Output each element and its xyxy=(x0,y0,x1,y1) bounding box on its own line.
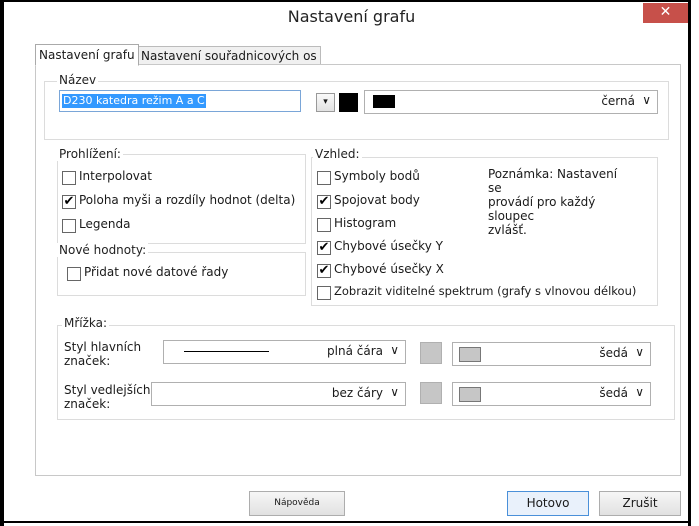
help-button[interactable]: Nápověda xyxy=(249,491,345,516)
ok-button[interactable]: Hotovo xyxy=(507,491,589,516)
legend-label: Legenda xyxy=(79,217,131,231)
point-symbols-label: Symboly bodů xyxy=(334,169,420,183)
minor-color-sample xyxy=(459,387,481,402)
note: Poznámka: Nastavení se provádí pro každý… xyxy=(488,167,628,237)
minor-color-label: šedá xyxy=(599,386,628,400)
major-color-sample xyxy=(459,347,481,362)
line-color-swatch xyxy=(373,95,395,108)
interpolate-label: Interpolovat xyxy=(79,169,152,183)
add-series-checkbox[interactable] xyxy=(67,267,81,281)
connect-points-checkbox[interactable]: ✔ xyxy=(317,195,331,209)
tab-axes-settings[interactable]: Nastavení souřadnicových os xyxy=(137,46,321,66)
frame-left xyxy=(0,0,4,526)
note-line: provádí pro každý sloupec xyxy=(488,195,596,223)
frame-bottom xyxy=(0,521,691,523)
major-color-swatch[interactable] xyxy=(420,342,442,364)
error-bars-y-label: Chybové úsečky Y xyxy=(334,239,443,253)
minor-style-label-line: Styl vedlejších xyxy=(64,383,151,397)
major-style-value: plná čára xyxy=(327,344,383,358)
graph-name-value: D230 katedra režim A a C xyxy=(62,94,206,108)
minor-color-swatch[interactable] xyxy=(420,382,442,404)
mouse-delta-label: Poloha myši a rozdíly hodnot (delta) xyxy=(79,193,296,207)
minor-style-value: bez čáry xyxy=(331,386,383,400)
browse-group-title: Prohlížení: xyxy=(57,147,123,161)
cancel-button[interactable]: Zrušit xyxy=(599,491,681,516)
note-line: zvlášť. xyxy=(488,223,527,237)
chevron-down-icon: ∨ xyxy=(390,343,399,357)
error-bars-y-checkbox[interactable]: ✔ xyxy=(317,241,331,255)
major-color-select[interactable]: šedá ∨ xyxy=(452,342,651,366)
mouse-delta-checkbox[interactable]: ✔ xyxy=(62,195,76,209)
major-style-label: Styl hlavních značek: xyxy=(64,340,141,368)
graph-name-input[interactable]: D230 katedra režim A a C xyxy=(59,90,301,112)
chevron-down-icon: ∨ xyxy=(635,385,644,399)
frame-right xyxy=(688,0,691,526)
histogram-label: Histogram xyxy=(334,216,397,230)
error-bars-x-label: Chybové úsečky X xyxy=(334,262,444,276)
graph-settings-dialog: Nastavení grafu ✕ Nastavení grafu Nastav… xyxy=(17,3,688,521)
grid-group-title: Mřížka: xyxy=(62,316,110,330)
major-style-label-line: Styl hlavních xyxy=(64,340,142,354)
note-line: Poznámka: Nastavení se xyxy=(488,167,618,195)
appearance-group-title: Vzhled: xyxy=(313,147,362,161)
close-button[interactable]: ✕ xyxy=(643,3,688,23)
chevron-down-icon: ∨ xyxy=(390,385,399,399)
visible-spectrum-checkbox[interactable] xyxy=(317,286,331,300)
connect-points-label: Spojovat body xyxy=(334,193,420,207)
window-title: Nastavení grafu xyxy=(287,7,416,26)
chevron-down-icon: ∨ xyxy=(635,345,644,359)
line-color-label: černá xyxy=(601,94,635,108)
minor-color-select[interactable]: šedá ∨ xyxy=(452,382,651,406)
error-bars-x-checkbox[interactable]: ✔ xyxy=(317,264,331,278)
minor-style-select[interactable]: bez čáry ∨ xyxy=(151,382,406,406)
interpolate-checkbox[interactable] xyxy=(62,171,76,185)
chevron-down-icon: ∨ xyxy=(642,93,651,107)
titlebar: Nastavení grafu ✕ xyxy=(17,3,688,33)
legend-checkbox[interactable] xyxy=(62,219,76,233)
major-style-select[interactable]: plná čára ∨ xyxy=(163,340,406,364)
visible-spectrum-label: Zobrazit viditelné spektrum (grafy s vln… xyxy=(334,284,637,298)
histogram-checkbox[interactable] xyxy=(317,218,331,232)
solid-line-sample xyxy=(184,351,269,352)
new-values-group-title: Nové hodnoty: xyxy=(57,243,149,257)
name-group-title: Název xyxy=(57,73,99,87)
major-color-label: šedá xyxy=(599,346,628,360)
color-swatch[interactable] xyxy=(339,93,358,112)
add-series-label: Přidat nové datové řady xyxy=(84,265,229,279)
name-history-dropdown[interactable]: ▾ xyxy=(316,93,335,112)
line-color-select[interactable]: černá ∨ xyxy=(364,90,658,114)
tab-graph-settings[interactable]: Nastavení grafu xyxy=(35,44,139,66)
major-style-label-line: značek: xyxy=(64,354,111,368)
frame-top xyxy=(0,0,691,2)
minor-style-label: Styl vedlejších značek: xyxy=(64,383,151,411)
point-symbols-checkbox[interactable] xyxy=(317,171,331,185)
minor-style-label-line: značek: xyxy=(64,397,111,411)
